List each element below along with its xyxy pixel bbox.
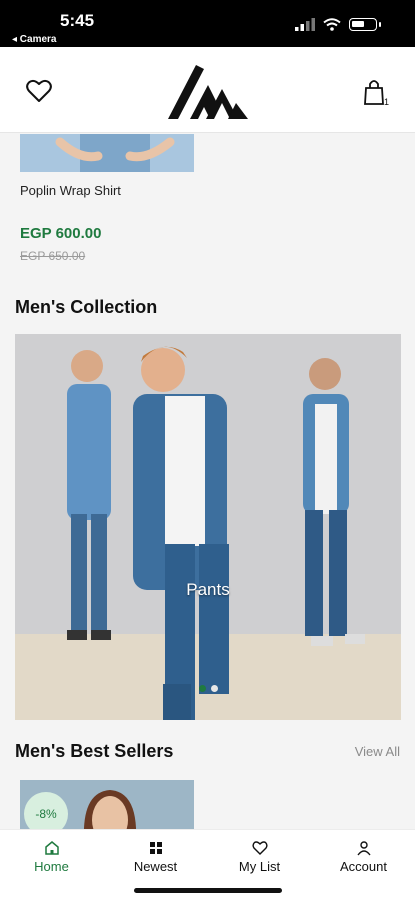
product-image[interactable] <box>20 134 194 172</box>
signal-icon <box>295 18 315 31</box>
home-icon <box>44 841 59 855</box>
cart-count: 1 <box>384 97 389 107</box>
nav-home[interactable]: Home <box>0 830 103 878</box>
bottom-navigation: Home Newest My List Account <box>0 829 415 900</box>
heart-icon[interactable] <box>26 79 52 103</box>
person-icon <box>356 841 371 856</box>
heart-icon <box>251 841 268 855</box>
banner-caption: Pants <box>186 580 230 599</box>
battery-icon <box>349 18 377 31</box>
back-to-camera-link[interactable]: ◂ Camera <box>12 34 57 45</box>
nav-newest[interactable]: Newest <box>104 830 207 878</box>
home-indicator[interactable] <box>134 888 282 893</box>
product-price: EGP 600.00 <box>20 225 102 242</box>
mens-best-sellers-title: Men's Best Sellers <box>15 741 174 761</box>
nav-newest-label: Newest <box>133 859 178 874</box>
product-photo <box>20 134 194 172</box>
wifi-icon <box>323 18 341 31</box>
banner-pagination <box>199 685 218 692</box>
status-bar: 5:45 ◂ Camera <box>0 0 415 47</box>
status-icons <box>295 18 381 31</box>
mens-collection-banner[interactable]: Pants <box>15 334 401 720</box>
pagination-dot[interactable] <box>211 685 218 692</box>
nav-my-list-label: My List <box>238 859 281 874</box>
shopping-bag-icon[interactable]: 1 <box>362 77 390 107</box>
nav-home-label: Home <box>34 859 69 874</box>
nav-account-label: Account <box>340 859 387 874</box>
view-all-link[interactable]: View All <box>355 744 400 759</box>
battery-tip <box>379 22 381 27</box>
product-old-price: EGP 650.00 <box>20 249 86 263</box>
pagination-dot-active[interactable] <box>199 685 206 692</box>
status-time: 5:45 <box>60 11 95 30</box>
mens-collection-title: Men's Collection <box>15 297 158 317</box>
banner-photo <box>15 334 401 720</box>
nav-account[interactable]: Account <box>312 830 415 878</box>
grid-icon <box>149 842 162 854</box>
brand-logo[interactable] <box>166 63 250 121</box>
app-header: 1 <box>0 47 415 133</box>
nav-my-list[interactable]: My List <box>208 830 311 878</box>
product-name[interactable]: Poplin Wrap Shirt <box>20 183 121 198</box>
